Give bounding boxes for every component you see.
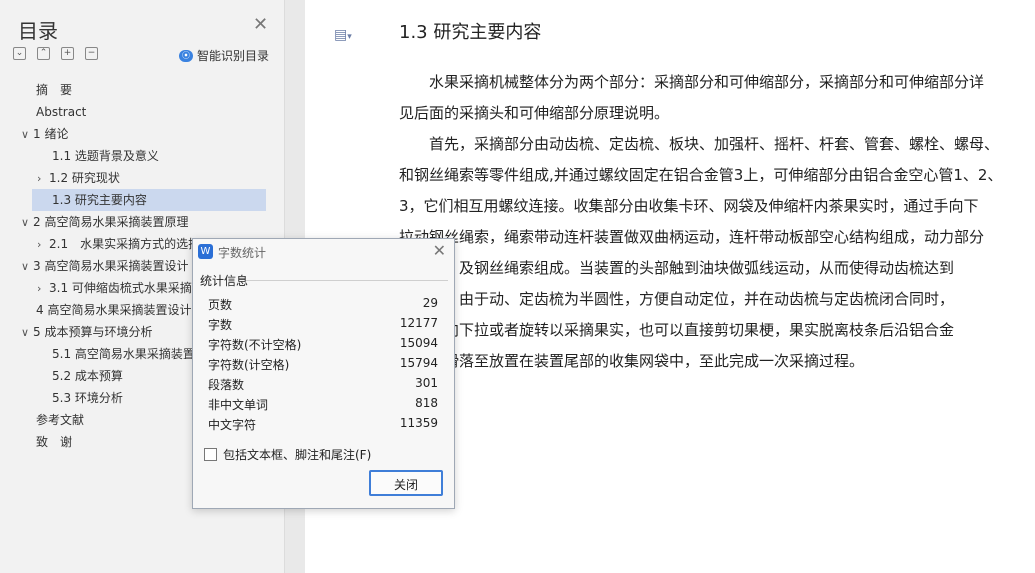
toc-item-1-2[interactable]: › 1.2 研究现状 <box>37 167 120 189</box>
section-heading: 1.3 研究主要内容 <box>399 22 542 43</box>
paragraph-line: 拉动钢丝绳索，绳索带动连杆装置做双曲柄运动，连杆带动板部空心结构组成，动力部分 <box>399 228 985 246</box>
toc-item-1[interactable]: ∨ 1 绪论 <box>21 123 68 145</box>
paragraph-line: 3，它们相互用螺纹连接。收集部分由收集卡环、网袋及伸缩杆内茶果实时，通过手向下 <box>399 197 979 215</box>
paragraph-line: 将装置向下拉或者旋转以采摘果实，也可以直接剪切果梗，果实脱离枝条后沿铝合金 <box>399 321 955 339</box>
smart-toc-button[interactable]: ⦿ 智能识别目录 <box>179 47 269 64</box>
chevron-down-icon[interactable]: ∨ <box>21 256 33 277</box>
chevron-right-icon[interactable]: › <box>37 234 49 255</box>
paragraph-line: 和钢丝绳索等零件组成,并通过螺纹固定在铝合金管3上，可伸缩部分由铝合金空心管1、… <box>399 166 1003 184</box>
stats-group-label: 统计信息 <box>200 274 249 288</box>
collapse-all-icon[interactable]: ⌄ <box>13 47 26 60</box>
checkbox-box[interactable] <box>204 448 217 461</box>
checkbox-label: 包括文本框、脚注和尾注(F) <box>223 448 372 462</box>
remove-heading-icon[interactable]: − <box>85 47 98 60</box>
paragraph-line: 由装置、及钢丝绳索组成。当装置的头部触到油块做弧线运动，从而使得动齿梳达到 <box>399 259 955 277</box>
chevron-right-icon[interactable]: › <box>37 168 49 189</box>
stat-row: 中文字符 11359 <box>208 416 438 432</box>
chevron-down-icon[interactable]: ∨ <box>21 322 33 343</box>
dialog-title: 字数统计 <box>218 246 267 260</box>
stat-row: 段落数 301 <box>208 376 438 392</box>
document-icon[interactable]: ▤▾ <box>334 27 352 43</box>
toc-item-abstract[interactable]: Abstract <box>36 101 86 123</box>
expand-all-icon[interactable]: ⌃ <box>37 47 50 60</box>
stat-row: 字符数(计空格) 15794 <box>208 356 438 372</box>
close-icon[interactable]: ✕ <box>433 241 446 260</box>
stat-row: 页数 29 <box>208 296 438 312</box>
smart-toc-label: 智能识别目录 <box>197 49 270 63</box>
close-button[interactable]: 关闭 <box>369 470 443 496</box>
smart-toc-icon: ⦿ <box>179 49 193 62</box>
paragraph-line: 的效果，由于动、定齿梳为半圆性，方便自动定位，并在动齿梳与定齿梳闭合同时， <box>399 290 955 308</box>
include-textbox-checkbox[interactable]: 包括文本框、脚注和尾注(F) <box>204 446 371 463</box>
divider <box>246 280 448 281</box>
app-logo-icon: W <box>198 244 213 259</box>
toc-item-2-1[interactable]: › 2.1 水果实采摘方式的选择 <box>37 233 197 255</box>
toc-item-2[interactable]: ∨ 2 高空简易水果采摘装置原理 <box>21 211 188 233</box>
toc-item-abstract-cn[interactable]: 摘 要 <box>36 79 72 101</box>
chevron-down-icon[interactable]: ∨ <box>21 212 33 233</box>
toc-item-5-3[interactable]: 5.3 环境分析 <box>52 387 123 409</box>
toc-item-thanks[interactable]: 致 谢 <box>36 431 72 453</box>
toc-item-1-3[interactable]: 1.3 研究主要内容 <box>32 189 266 211</box>
paragraph-line: 见后面的采摘头和可伸缩部分原理说明。 <box>399 104 670 122</box>
toc-item-5[interactable]: ∨ 5 成本预算与环境分析 <box>21 321 152 343</box>
stat-row: 字符数(不计空格) 15094 <box>208 336 438 352</box>
toc-item-1-1[interactable]: 1.1 选题背景及意义 <box>52 145 159 167</box>
stat-row: 字数 12177 <box>208 316 438 332</box>
paragraph-line: 水果采摘机械整体分为两个部分：采摘部分和可伸缩部分，采摘部分和可伸缩部分详 <box>399 73 985 91</box>
paragraph-line: 管内部滑落至放置在装置尾部的收集网袋中，至此完成一次采摘过程。 <box>399 352 865 370</box>
toc-item-5-1[interactable]: 5.1 高空简易水果采摘装置 <box>52 343 193 365</box>
word-count-dialog: W 字数统计 ✕ 统计信息 页数 29 字数 12177 字符数(不计空格) 1509… <box>192 238 455 509</box>
toc-item-3-1[interactable]: › 3.1 可伸缩齿梳式水果采摘 <box>37 277 193 299</box>
add-heading-icon[interactable]: + <box>61 47 74 60</box>
toc-item-3[interactable]: ∨ 3 高空简易水果采摘装置设计 <box>21 255 193 277</box>
paragraph-line: 首先，采摘部分由动齿梳、定齿梳、板块、加强杆、摇杆、杆套、管套、螺栓、螺母、 <box>399 135 1000 153</box>
toc-item-5-2[interactable]: 5.2 成本预算 <box>52 365 123 387</box>
stat-row: 非中文单词 818 <box>208 396 438 412</box>
toc-item-references[interactable]: 参考文献 <box>36 409 84 431</box>
close-icon[interactable]: ✕ <box>253 14 268 35</box>
dialog-titlebar[interactable]: W 字数统计 ✕ <box>193 239 454 265</box>
chevron-down-icon[interactable]: ∨ <box>21 124 33 145</box>
toc-item-4[interactable]: 4 高空简易水果采摘装置设计 <box>36 299 193 321</box>
toc-title: 目录 <box>18 19 58 43</box>
chevron-right-icon[interactable]: › <box>37 278 49 299</box>
